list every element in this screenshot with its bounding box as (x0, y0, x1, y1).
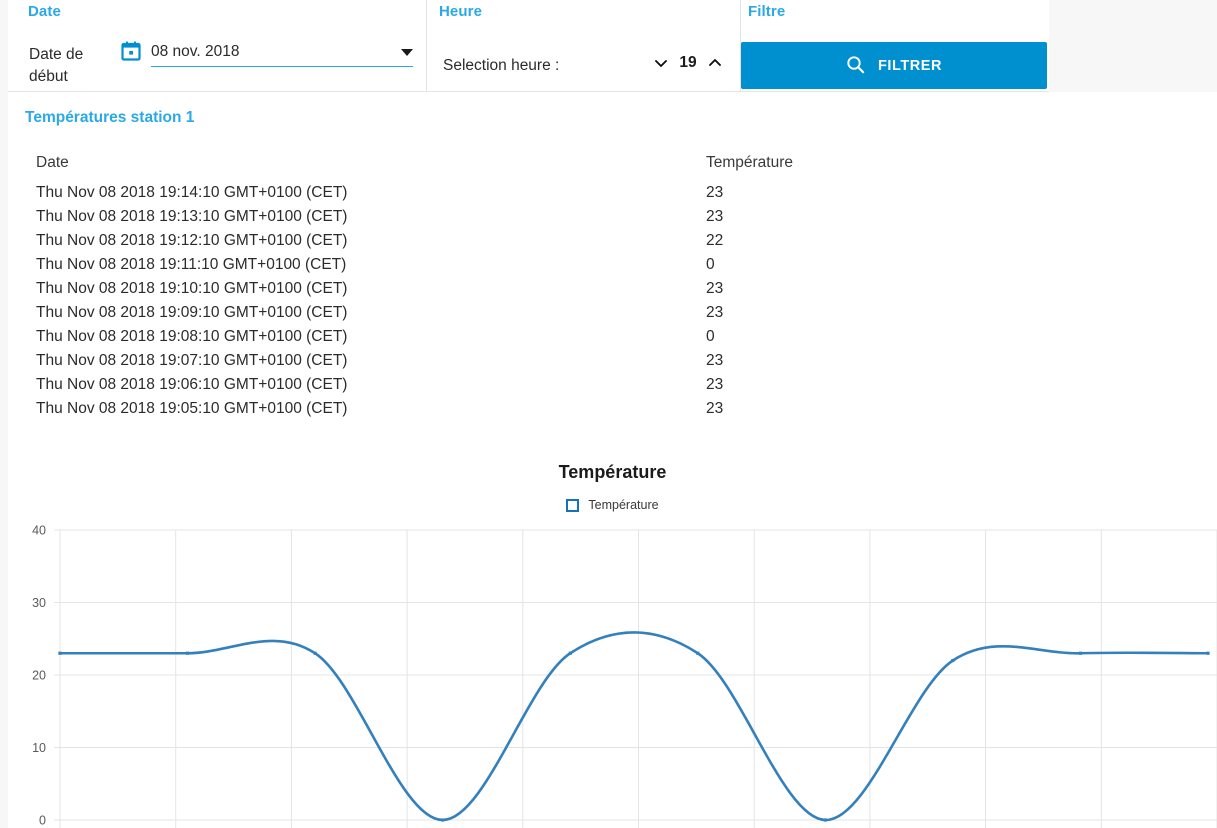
table-row: Thu Nov 08 2018 19:14:10 GMT+0100 (CET) … (27, 181, 1067, 205)
chevron-down-icon[interactable] (653, 55, 669, 71)
chart-line-temperature (58, 631, 1210, 822)
start-date-input[interactable]: 08 nov. 2018 (151, 40, 413, 67)
y-axis-tick: 30 (32, 596, 46, 610)
page-title: Températures station 1 (25, 109, 195, 126)
table-row: Thu Nov 08 2018 19:07:10 GMT+0100 (CET) … (27, 349, 1067, 373)
date-section: Date Date de début 08 nov. 2018 (8, 0, 427, 92)
cell-date: Thu Nov 08 2018 19:08:10 GMT+0100 (CET) (36, 328, 348, 345)
table-row: Thu Nov 08 2018 19:13:10 GMT+0100 (CET) … (27, 205, 1067, 229)
temperature-chart: Température Température 0 10 20 30 40 (8, 462, 1217, 828)
search-icon (846, 55, 865, 77)
chart-data-point[interactable] (313, 651, 317, 655)
hour-stepper[interactable]: 19 (653, 54, 723, 72)
chart-data-point[interactable] (823, 818, 827, 822)
column-header-temperature: Température (706, 154, 794, 171)
heure-section-title: Heure (439, 3, 483, 20)
y-axis-tick: 0 (39, 814, 46, 828)
table-row: Thu Nov 08 2018 19:09:10 GMT+0100 (CET) … (27, 301, 1067, 325)
filtre-section-title: Filtre (748, 3, 786, 20)
chart-data-point[interactable] (441, 818, 445, 822)
dropdown-caret-icon[interactable] (401, 49, 413, 56)
cell-date: Thu Nov 08 2018 19:05:10 GMT+0100 (CET) (36, 400, 348, 417)
hour-value: 19 (679, 54, 697, 71)
cell-date: Thu Nov 08 2018 19:07:10 GMT+0100 (CET) (36, 352, 348, 369)
heure-field-label: Selection heure : (443, 57, 560, 74)
y-axis-tick: 10 (32, 741, 46, 755)
cell-date: Thu Nov 08 2018 19:10:10 GMT+0100 (CET) (36, 280, 348, 297)
table-row: Thu Nov 08 2018 19:08:10 GMT+0100 (CET) … (27, 325, 1067, 349)
table-header-row: Date Température (27, 154, 1067, 181)
chart-data-point[interactable] (696, 651, 700, 655)
start-date-value: 08 nov. 2018 (151, 43, 240, 60)
cell-temperature: 23 (706, 184, 724, 201)
cell-date: Thu Nov 08 2018 19:06:10 GMT+0100 (CET) (36, 376, 348, 393)
chart-data-point[interactable] (58, 651, 62, 655)
cell-temperature: 0 (706, 328, 715, 345)
filter-button-label: FILTRER (878, 57, 942, 74)
chart-data-point[interactable] (1078, 651, 1083, 655)
calendar-icon[interactable] (121, 41, 141, 61)
table-row: Thu Nov 08 2018 19:11:10 GMT+0100 (CET) … (27, 253, 1067, 277)
chart-svg: 0 10 20 30 40 (32, 524, 1217, 828)
date-section-title: Date (28, 3, 61, 20)
filter-toolbar: Date Date de début 08 nov. 2018 Heure Se… (8, 0, 1049, 92)
table-body: Thu Nov 08 2018 19:14:10 GMT+0100 (CET) … (27, 181, 1067, 421)
y-axis-tick: 20 (32, 669, 46, 683)
cell-temperature: 23 (706, 304, 724, 321)
table-row: Thu Nov 08 2018 19:05:10 GMT+0100 (CET) … (27, 397, 1067, 421)
cell-date: Thu Nov 08 2018 19:12:10 GMT+0100 (CET) (36, 232, 348, 249)
filter-button[interactable]: FILTRER (741, 42, 1047, 89)
cell-temperature: 23 (706, 400, 724, 417)
chevron-up-icon[interactable] (707, 55, 723, 71)
cell-temperature: 22 (706, 232, 724, 249)
cell-date: Thu Nov 08 2018 19:14:10 GMT+0100 (CET) (36, 184, 348, 201)
y-axis-tick: 40 (32, 524, 46, 538)
chart-plot-area: 0 10 20 30 40 (8, 522, 1217, 828)
cell-temperature: 23 (706, 352, 724, 369)
table-row: Thu Nov 08 2018 19:12:10 GMT+0100 (CET) … (27, 229, 1067, 253)
cell-temperature: 23 (706, 376, 724, 393)
date-field-label: Date de début (29, 46, 84, 85)
table-row: Thu Nov 08 2018 19:10:10 GMT+0100 (CET) … (27, 277, 1067, 301)
chart-data-point[interactable] (951, 658, 955, 663)
temperature-table: Date Température Thu Nov 08 2018 19:14:1… (27, 154, 1067, 421)
column-header-date: Date (36, 154, 69, 171)
cell-temperature: 23 (706, 280, 724, 297)
chart-title: Température (558, 462, 667, 482)
cell-date: Thu Nov 08 2018 19:13:10 GMT+0100 (CET) (36, 208, 348, 225)
chart-legend[interactable]: Température (8, 498, 1217, 512)
cell-date: Thu Nov 08 2018 19:09:10 GMT+0100 (CET) (36, 304, 348, 321)
chart-data-point[interactable] (185, 651, 190, 655)
heure-section: Heure Selection heure : 19 (427, 0, 741, 92)
app-root: Date Date de début 08 nov. 2018 Heure Se… (0, 0, 1217, 828)
cell-temperature: 0 (706, 256, 715, 273)
legend-swatch-icon (566, 498, 580, 512)
cell-date: Thu Nov 08 2018 19:11:10 GMT+0100 (CET) (36, 256, 347, 273)
content-panel: Températures station 1 Date Température … (8, 92, 1217, 828)
filtre-section: Filtre FILTRER (741, 0, 1049, 92)
chart-data-point[interactable] (568, 651, 572, 655)
chart-data-point[interactable] (1206, 651, 1210, 655)
legend-label: Température (588, 498, 659, 512)
cell-temperature: 23 (706, 208, 724, 225)
table-row: Thu Nov 08 2018 19:06:10 GMT+0100 (CET) … (27, 373, 1067, 397)
